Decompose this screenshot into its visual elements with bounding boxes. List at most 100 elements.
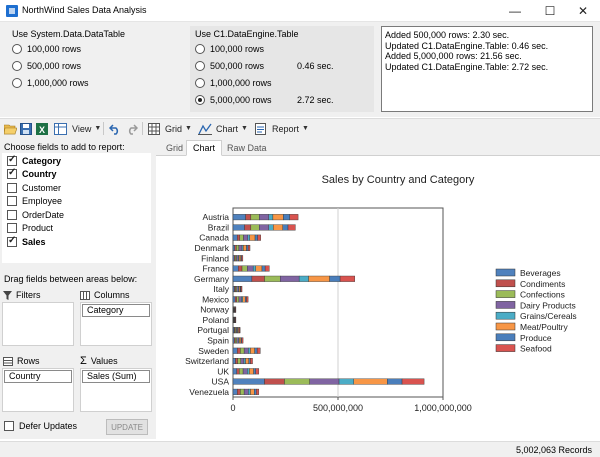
values-area[interactable]: Sales (Sum): [80, 368, 152, 412]
redo-icon[interactable]: [126, 121, 138, 136]
y-tick-label: Portugal: [197, 325, 229, 335]
x-tick-label: 500,000,000: [313, 403, 363, 413]
app-icon: [6, 5, 18, 17]
rows-field-chip[interactable]: Country: [4, 370, 72, 383]
rows-label: Rows: [17, 356, 40, 366]
defer-updates-checkbox[interactable]: Defer Updates: [4, 421, 77, 431]
bar-segment: [250, 347, 255, 354]
undo-icon[interactable]: [109, 121, 121, 136]
columns-field-chip[interactable]: Category: [82, 304, 150, 317]
report-icon: [255, 122, 266, 135]
c1-option-500k[interactable]: 500,000 rows 0.46 sec.: [195, 59, 371, 73]
maximize-button[interactable]: ☐: [533, 0, 567, 22]
radio-icon: [195, 61, 205, 71]
bar-segment: [232, 296, 236, 303]
bar-segment: [280, 275, 300, 282]
update-button[interactable]: UPDATE: [106, 419, 148, 435]
checkbox-icon: [7, 182, 17, 193]
bar-segment: [238, 296, 242, 303]
bar-segment: [273, 224, 283, 231]
excel-icon[interactable]: X: [36, 121, 48, 136]
y-tick-label: Mexico: [202, 294, 229, 304]
field-item-employee[interactable]: Employee: [3, 195, 150, 209]
bar-segment: [240, 358, 245, 365]
field-label: Category: [22, 155, 62, 166]
minimize-button[interactable]: —: [498, 0, 532, 22]
field-item-category[interactable]: Category: [3, 154, 150, 168]
datatable-option-500k[interactable]: 500,000 rows: [12, 59, 182, 73]
records-count: 5,002,063 Records: [515, 445, 592, 455]
bar-segment: [236, 244, 240, 251]
field-item-product[interactable]: Product: [3, 222, 150, 236]
bar-segment: [268, 214, 274, 221]
legend-label: Condiments: [520, 279, 565, 289]
bar-segment: [259, 214, 269, 221]
y-tick-label: Sweden: [198, 346, 229, 356]
bar-segment: [250, 358, 253, 365]
y-tick-label: Canada: [199, 233, 229, 243]
field-item-customer[interactable]: Customer: [3, 181, 150, 195]
window-title: NorthWind Sales Data Analysis: [22, 5, 147, 15]
tab-chart[interactable]: Chart: [186, 140, 223, 156]
bar-segment: [256, 347, 261, 354]
bar-segment: [257, 234, 261, 241]
chart-icon: [198, 123, 212, 135]
bar-segment: [338, 378, 354, 385]
grid-icon: [148, 122, 160, 135]
datatable-option-100k[interactable]: 100,000 rows: [12, 42, 182, 56]
grid-menu[interactable]: Grid ▼: [148, 121, 192, 136]
option-label: 5,000,000 rows: [210, 95, 272, 105]
columns-area[interactable]: Category: [80, 302, 152, 346]
bar-segment: [254, 347, 258, 354]
datatable-group-label: Use System.Data.DataTable: [12, 29, 126, 39]
bar-segment: [232, 358, 236, 365]
bar-segment: [250, 224, 260, 231]
bar-segment: [250, 388, 255, 395]
field-item-country[interactable]: Country: [3, 167, 150, 182]
close-button[interactable]: ✕: [566, 0, 600, 22]
bar-segment: [244, 224, 252, 231]
checkbox-icon: [4, 421, 14, 431]
chart-menu[interactable]: Chart ▼: [198, 121, 248, 136]
bar-segment: [236, 388, 241, 395]
y-tick-label: Italy: [213, 284, 229, 294]
values-label: Values: [90, 356, 118, 366]
view-menu[interactable]: View ▼: [54, 121, 101, 136]
rows-icon: [3, 356, 13, 366]
toolbar-separator: [103, 122, 104, 135]
c1-option-1m[interactable]: 1,000,000 rows: [195, 76, 371, 90]
option-label: 500,000 rows: [27, 61, 82, 71]
rows-area[interactable]: Country: [2, 368, 74, 412]
legend-label: Seafood: [520, 344, 552, 354]
chart-title: Sales by Country and Category: [322, 174, 475, 186]
save-icon[interactable]: [20, 121, 32, 136]
y-tick-label: Germany: [194, 274, 230, 284]
tab-grid[interactable]: Grid: [160, 141, 189, 156]
log-box[interactable]: Added 500,000 rows: 2.30 sec. Updated C1…: [381, 26, 593, 112]
bar-segment: [282, 224, 289, 231]
bar-segment: [247, 265, 254, 272]
filters-label: Filters: [16, 290, 41, 300]
bar-segment: [235, 316, 237, 323]
y-tick-label: Spain: [207, 335, 229, 345]
values-field-chip[interactable]: Sales (Sum): [82, 370, 150, 383]
chevron-down-icon: ▼: [94, 125, 102, 132]
bar-segment: [236, 286, 239, 293]
radio-icon: [195, 78, 205, 88]
c1-option-5m[interactable]: 5,000,000 rows 2.72 sec.: [195, 93, 371, 107]
bar-segment: [243, 388, 249, 395]
datatable-option-1m[interactable]: 1,000,000 rows: [12, 76, 182, 90]
bar-segment: [238, 244, 243, 251]
field-item-sales[interactable]: Sales: [3, 235, 150, 249]
bar-segment: [240, 388, 245, 395]
field-item-orderdate[interactable]: OrderDate: [3, 208, 150, 222]
filters-area[interactable]: [2, 302, 74, 346]
report-menu[interactable]: Report ▼: [255, 121, 309, 136]
open-folder-icon[interactable]: [4, 121, 17, 136]
bar-segment: [264, 378, 285, 385]
datatable-options: 100,000 rows 500,000 rows 1,000,000 rows: [12, 42, 182, 90]
c1-option-100k[interactable]: 100,000 rows: [195, 42, 371, 56]
bar-segment: [261, 265, 266, 272]
filter-icon: [3, 290, 12, 300]
tab-raw-data[interactable]: Raw Data: [221, 141, 273, 156]
